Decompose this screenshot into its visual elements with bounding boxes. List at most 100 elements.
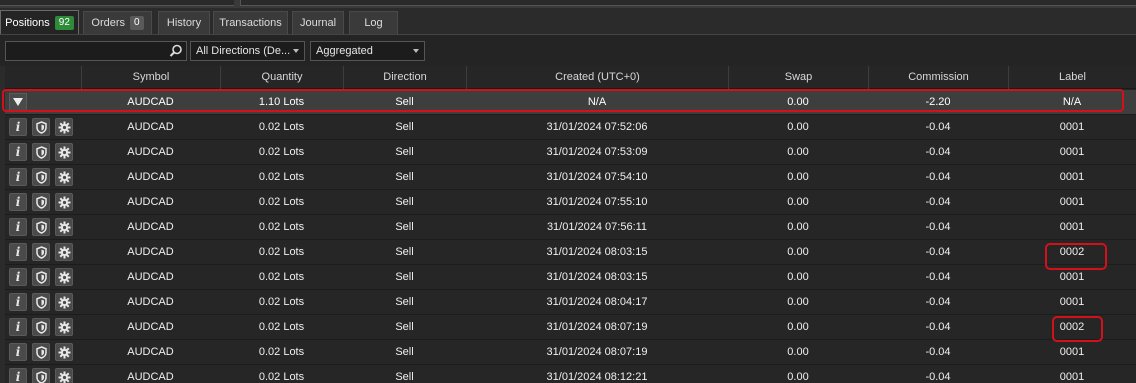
gear-icon[interactable] <box>55 118 73 136</box>
gear-icon[interactable] <box>55 318 73 336</box>
tab-label: History <box>166 17 202 29</box>
cell-created: 31/01/2024 07:52:06 <box>546 121 648 133</box>
shield-icon[interactable] <box>32 143 50 161</box>
table-row[interactable]: i AUDCAD 0.02 Lots Sell 31/01/2024 07:52:06 0… <box>5 115 1136 140</box>
info-icon[interactable]: i <box>9 293 27 311</box>
cell-swap: 0.00 <box>787 96 809 108</box>
tab-orders[interactable]: Orders 0 <box>83 11 152 34</box>
gear-icon[interactable] <box>55 293 73 311</box>
gear-icon[interactable] <box>55 343 73 361</box>
cell-label: N/A <box>1062 96 1082 108</box>
cell-quantity: 0.02 Lots <box>258 196 305 208</box>
cell-swap: 0.00 <box>787 196 809 208</box>
cell-created: 31/01/2024 08:07:19 <box>546 346 648 358</box>
cell-quantity: 0.02 Lots <box>258 371 305 383</box>
cell-swap: 0.00 <box>787 346 809 358</box>
cell-created: 31/01/2024 07:54:10 <box>546 171 648 183</box>
shield-icon[interactable] <box>32 293 50 311</box>
info-icon[interactable]: i <box>9 143 27 161</box>
cell-swap: 0.00 <box>787 146 809 158</box>
table-row[interactable]: i AUDCAD 0.02 Lots Sell 31/01/2024 07:55:10 0… <box>5 190 1136 215</box>
tab-label: Orders <box>91 17 126 29</box>
info-icon[interactable]: i <box>9 168 27 186</box>
aggregate-row[interactable]: AUDCAD 1.10 Lots Sell N/A 0.00 -2.20 N/A <box>5 90 1136 115</box>
cell-label: 0002 <box>1059 246 1085 258</box>
table-row[interactable]: i AUDCAD 0.02 Lots Sell 31/01/2024 08:12:21 0… <box>5 365 1136 383</box>
info-icon[interactable]: i <box>9 343 27 361</box>
info-icon[interactable]: i <box>9 318 27 336</box>
info-icon[interactable]: i <box>9 118 27 136</box>
table-row[interactable]: i AUDCAD 0.02 Lots Sell 31/01/2024 07:54:10 0… <box>5 165 1136 190</box>
tab-log[interactable]: Log <box>349 11 398 34</box>
table-row[interactable]: i AUDCAD 0.02 Lots Sell 31/01/2024 08:07:19 0… <box>5 340 1136 365</box>
shield-icon[interactable] <box>32 343 50 361</box>
tab-label: Journal <box>299 17 337 29</box>
grouping-dropdown[interactable]: Aggregated <box>310 41 425 61</box>
gear-icon[interactable] <box>55 168 73 186</box>
gear-icon[interactable] <box>55 218 73 236</box>
gear-icon[interactable] <box>55 193 73 211</box>
tab-positions[interactable]: Positions 92 <box>0 10 79 34</box>
cell-symbol: AUDCAD <box>127 296 174 308</box>
table-row[interactable]: i AUDCAD 0.02 Lots Sell 31/01/2024 08:07:19 0… <box>5 315 1136 340</box>
cell-symbol: AUDCAD <box>127 246 174 258</box>
info-icon[interactable]: i <box>9 193 27 211</box>
cell-label: 0001 <box>1059 371 1085 383</box>
cell-commission: -0.04 <box>925 146 951 158</box>
header-created[interactable]: Created (UTC+0) <box>466 66 728 89</box>
collapse-triangle-icon[interactable] <box>9 93 27 111</box>
gear-icon[interactable] <box>55 243 73 261</box>
cell-symbol: AUDCAD <box>127 96 174 108</box>
info-icon[interactable]: i <box>9 368 27 383</box>
cell-direction: Sell <box>395 121 414 133</box>
cell-quantity: 0.02 Lots <box>258 321 305 333</box>
table-row[interactable]: i AUDCAD 0.02 Lots Sell 31/01/2024 07:56:11 0… <box>5 215 1136 240</box>
table-row[interactable]: i AUDCAD 0.02 Lots Sell 31/01/2024 08:03:15 0… <box>5 265 1136 290</box>
info-icon[interactable]: i <box>9 243 27 261</box>
table-row[interactable]: i AUDCAD 0.02 Lots Sell 31/01/2024 08:04:17 0… <box>5 290 1136 315</box>
shield-icon[interactable] <box>32 218 50 236</box>
gear-icon[interactable] <box>55 368 73 383</box>
cell-label: 0002 <box>1059 321 1085 333</box>
info-icon[interactable]: i <box>9 268 27 286</box>
cell-direction: Sell <box>395 171 414 183</box>
cell-label: 0001 <box>1059 346 1085 358</box>
header-commission[interactable]: Commission <box>868 66 1008 89</box>
cell-commission: -0.04 <box>925 321 951 333</box>
tab-transactions[interactable]: Transactions <box>213 11 288 34</box>
table-row[interactable]: i AUDCAD 0.02 Lots Sell 31/01/2024 07:53:09 0… <box>5 140 1136 165</box>
tab-label: Log <box>364 17 383 29</box>
filter-bar: All Directions (De... Aggregated <box>0 34 1136 66</box>
shield-icon[interactable] <box>32 368 50 383</box>
gear-icon[interactable] <box>55 143 73 161</box>
shield-icon[interactable] <box>32 243 50 261</box>
shield-icon[interactable] <box>32 118 50 136</box>
shield-icon[interactable] <box>32 318 50 336</box>
tab-journal[interactable]: Journal <box>292 11 344 34</box>
shield-icon[interactable] <box>32 193 50 211</box>
cell-direction: Sell <box>395 296 414 308</box>
gear-icon[interactable] <box>55 268 73 286</box>
header-quantity[interactable]: Quantity <box>220 66 343 89</box>
cell-commission: -0.04 <box>925 196 951 208</box>
cell-created: 31/01/2024 07:56:11 <box>546 221 648 233</box>
header-symbol[interactable]: Symbol <box>81 66 220 89</box>
header-direction[interactable]: Direction <box>343 66 466 89</box>
search-input[interactable] <box>5 41 187 61</box>
table-row[interactable]: i AUDCAD 0.02 Lots Sell 31/01/2024 08:03:15 0… <box>5 240 1136 265</box>
cell-created: 31/01/2024 08:12:21 <box>546 371 648 383</box>
cell-symbol: AUDCAD <box>127 121 174 133</box>
header-swap[interactable]: Swap <box>728 66 868 89</box>
header-label[interactable]: Label <box>1008 66 1136 89</box>
tab-history[interactable]: History <box>158 11 210 34</box>
direction-filter-dropdown[interactable]: All Directions (De... <box>190 41 305 61</box>
cell-commission: -0.04 <box>925 171 951 183</box>
info-icon[interactable]: i <box>9 218 27 236</box>
cell-commission: -0.04 <box>925 346 951 358</box>
chevron-down-icon <box>293 49 299 53</box>
shield-icon[interactable] <box>32 168 50 186</box>
shield-icon[interactable] <box>32 268 50 286</box>
cell-symbol: AUDCAD <box>127 371 174 383</box>
cell-direction: Sell <box>395 246 414 258</box>
search-icon[interactable] <box>169 44 183 58</box>
